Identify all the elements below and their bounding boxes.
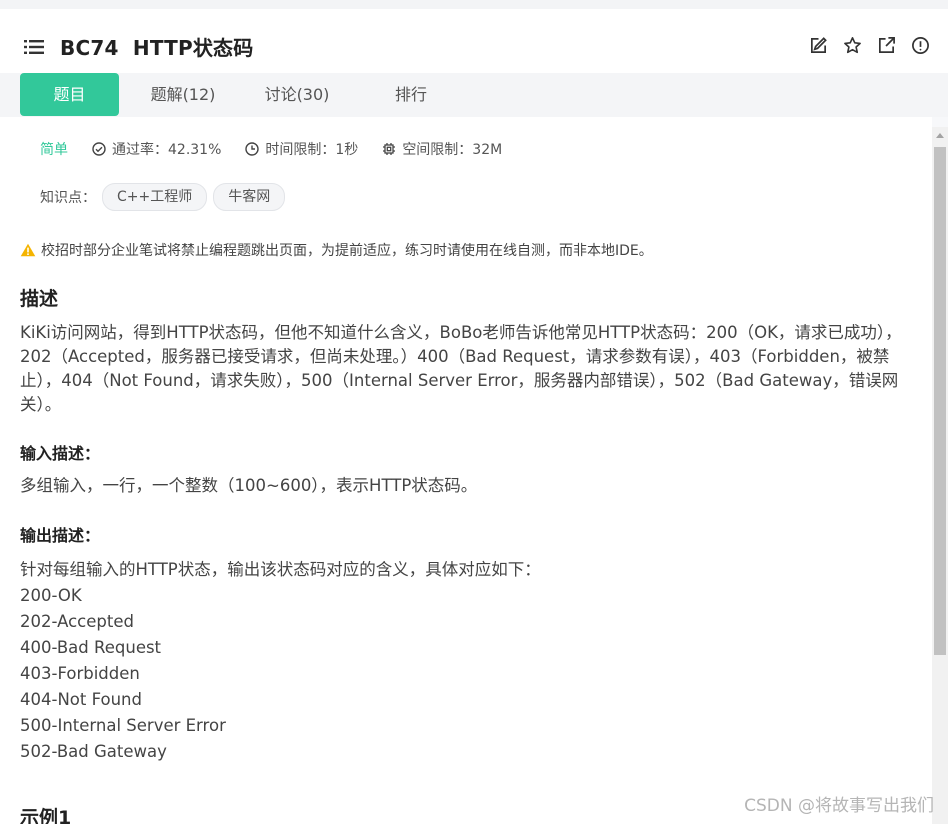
- description-text: KiKi访问网站，得到HTTP状态码，但他不知道什么含义，BoBo老师告诉他常见…: [20, 323, 902, 414]
- output-list: 针对每组输入的HTTP状态，输出该状态码对应的含义，具体对应如下： 200-OK…: [20, 557, 541, 765]
- list-item: 502-Bad Gateway: [20, 742, 167, 761]
- notice-text: 校招时部分企业笔试将禁止编程题跳出页面，为提前适应，练习时请使用在线自测，而非本…: [41, 243, 653, 259]
- tab-ranking[interactable]: 排行: [360, 73, 462, 116]
- example-heading: 示例1: [20, 807, 72, 824]
- space-limit: 空间限制：32M: [382, 139, 502, 159]
- star-icon[interactable]: [843, 36, 862, 55]
- list-item: 404-Not Found: [20, 690, 142, 709]
- pass-rate-text: 通过率：42.31%: [112, 142, 222, 158]
- tab-solutions[interactable]: 题解(12): [130, 73, 236, 116]
- input-text: 多组输入，一行，一个整数（100~600），表示HTTP状态码。: [20, 476, 478, 495]
- time-limit-text: 时间限制：1秒: [265, 142, 359, 158]
- list-item: 200-OK: [20, 586, 82, 605]
- space-limit-text: 空间限制：32M: [402, 142, 503, 158]
- check-circle-icon: [92, 142, 106, 156]
- output-heading: 输出描述：: [20, 526, 101, 545]
- scroll-thumb[interactable]: [934, 147, 946, 655]
- output-intro: 针对每组输入的HTTP状态，输出该状态码对应的含义，具体对应如下：: [20, 560, 541, 579]
- tab-bar: 题目 题解(12) 讨论(30) 排行: [0, 73, 948, 117]
- chip-icon: [383, 143, 396, 155]
- header-actions: [809, 36, 930, 55]
- scrollbar[interactable]: [932, 127, 948, 824]
- problem-header: BC74 HTTP状态码: [0, 9, 948, 73]
- difficulty-badge: 简单: [40, 142, 68, 158]
- list-item: 500-Internal Server Error: [20, 716, 226, 735]
- list-item: 403-Forbidden: [20, 664, 140, 683]
- watermark: CSDN @将故事写出我们: [744, 796, 934, 816]
- list-item: 400-Bad Request: [20, 638, 162, 657]
- edit-icon[interactable]: [809, 36, 828, 55]
- scroll-up-arrow-icon[interactable]: [936, 133, 944, 138]
- list-icon[interactable]: [24, 39, 44, 55]
- clock-icon: [245, 142, 260, 156]
- external-link-icon[interactable]: [877, 36, 896, 55]
- tab-discussion[interactable]: 讨论(30): [244, 73, 350, 116]
- problem-meta: 简单 通过率：42.31% 时间限制：1秒 空间限制：32M: [40, 139, 526, 159]
- description-heading: 描述: [20, 288, 59, 310]
- pass-rate: 通过率：42.31%: [92, 139, 221, 159]
- info-icon[interactable]: [911, 36, 930, 55]
- knowledge-label: 知识点：: [40, 190, 96, 206]
- input-heading: 输入描述：: [20, 444, 101, 463]
- problem-content: 简单 通过率：42.31% 时间限制：1秒 空间限制：32M 知识点： C++工…: [0, 117, 932, 824]
- tag-chip[interactable]: C++工程师: [102, 183, 208, 211]
- list-item: 202-Accepted: [20, 612, 134, 631]
- top-strip: [0, 0, 948, 9]
- tag-chip[interactable]: 牛客网: [213, 183, 286, 211]
- page-title: BC74 HTTP状态码: [60, 36, 254, 60]
- knowledge-points: 知识点： C++工程师 牛客网: [40, 183, 286, 211]
- tab-problem[interactable]: 题目: [20, 73, 119, 116]
- time-limit: 时间限制：1秒: [245, 139, 358, 159]
- warning-icon: [20, 243, 36, 257]
- exam-notice: 校招时部分企业笔试将禁止编程题跳出页面，为提前适应，练习时请使用在线自测，而非本…: [20, 240, 653, 260]
